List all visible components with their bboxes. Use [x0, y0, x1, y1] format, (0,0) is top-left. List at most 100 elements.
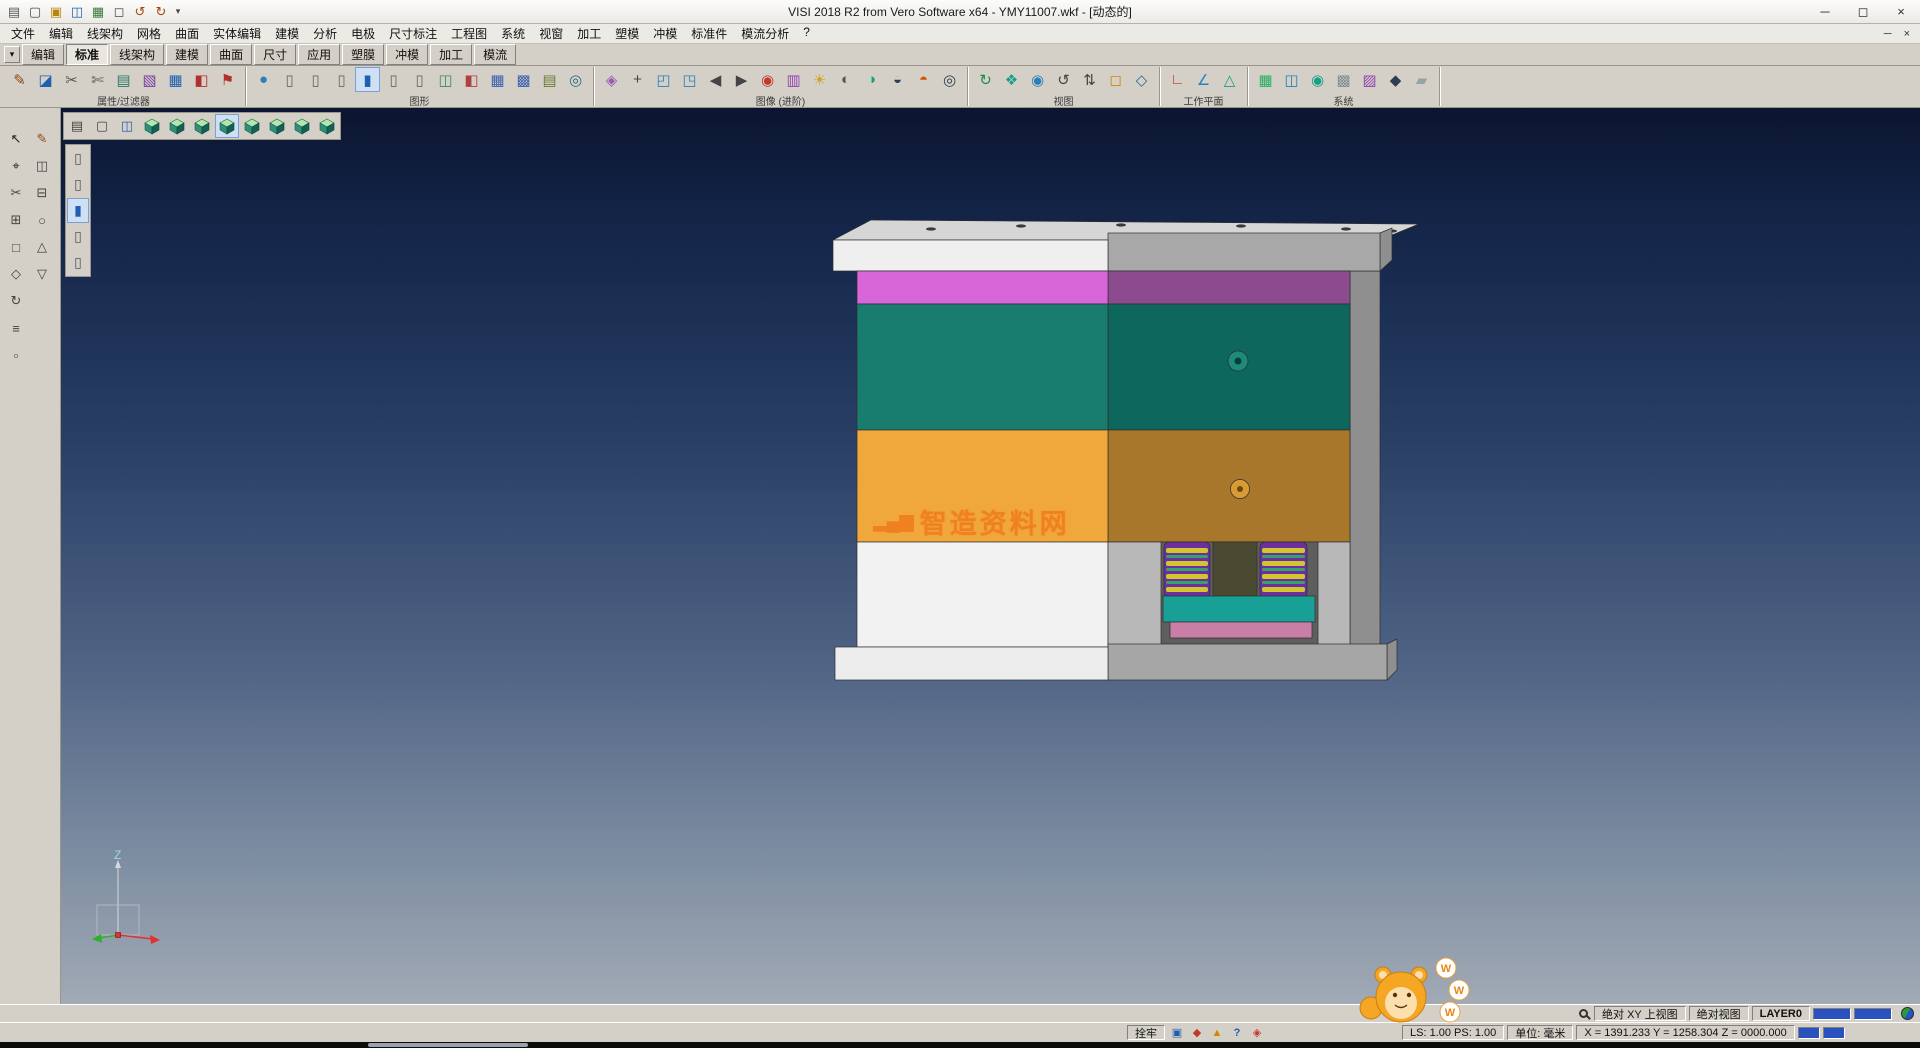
- attribute-edit-icon[interactable]: ✎: [7, 67, 32, 92]
- view-cube-top-icon[interactable]: [240, 114, 264, 138]
- viewbar-layers-icon[interactable]: ▤: [65, 114, 89, 138]
- color-palette-icon[interactable]: ▦: [1253, 67, 1278, 92]
- grid-display-icon[interactable]: ▦: [485, 67, 510, 92]
- status-image-icon[interactable]: ◆: [1188, 1025, 1206, 1041]
- menu-item[interactable]: 编辑: [42, 23, 80, 44]
- view-refresh-icon[interactable]: ↻: [973, 67, 998, 92]
- undo-icon[interactable]: ↺: [130, 2, 150, 22]
- workspace-icon[interactable]: ▤: [4, 2, 24, 22]
- section-view-icon[interactable]: ◧: [459, 67, 484, 92]
- minimize-button[interactable]: ─: [1806, 0, 1844, 23]
- workplane-free-icon[interactable]: △: [1217, 67, 1242, 92]
- circle-tool-icon[interactable]: ○: [31, 209, 53, 231]
- maximize-button[interactable]: ◻: [1844, 0, 1882, 23]
- workflow-tab[interactable]: 尺寸: [254, 44, 296, 65]
- shadow-icon[interactable]: ◐: [833, 67, 858, 92]
- view-absolute-xy-cell[interactable]: 绝对 XY 上视图: [1594, 1006, 1686, 1021]
- menu-item[interactable]: 标准件: [684, 23, 734, 44]
- grid-tool-icon[interactable]: ⊞: [5, 209, 27, 231]
- menu-item[interactable]: 线架构: [80, 23, 130, 44]
- select-arrow-icon[interactable]: ↖: [5, 128, 27, 150]
- copy-tool-icon[interactable]: ◫: [31, 155, 53, 177]
- tabbar-dropdown-icon[interactable]: ▾: [4, 46, 20, 63]
- workflow-tab[interactable]: 建模: [166, 44, 208, 65]
- filter-cut-icon[interactable]: ✄: [85, 67, 110, 92]
- viewbar-blank-icon[interactable]: ▢: [90, 114, 114, 138]
- menu-item[interactable]: 建模: [268, 23, 306, 44]
- workflow-tab[interactable]: 线架构: [110, 44, 164, 65]
- save-icon[interactable]: ◫: [67, 2, 87, 22]
- rotate-tool-icon[interactable]: ↻: [5, 290, 27, 312]
- view-rotate-icon[interactable]: ↺: [1051, 67, 1076, 92]
- menu-item[interactable]: 工程图: [444, 23, 494, 44]
- view-iso-icon[interactable]: ◇: [1129, 67, 1154, 92]
- redo-icon[interactable]: ↻: [151, 2, 171, 22]
- stereo-view-icon[interactable]: ◎: [937, 67, 962, 92]
- menu-item[interactable]: 加工: [570, 23, 608, 44]
- background-icon[interactable]: ◒: [885, 67, 910, 92]
- view-absolute-cell[interactable]: 绝对视图: [1689, 1006, 1749, 1021]
- rectangle-tool-icon[interactable]: □: [5, 236, 27, 258]
- camera-icon[interactable]: ◉: [755, 67, 780, 92]
- view-cube-nw-icon[interactable]: [190, 114, 214, 138]
- layer-cell[interactable]: LAYER0: [1752, 1006, 1810, 1021]
- print-icon[interactable]: ▦: [88, 2, 108, 22]
- diamond-tool-icon[interactable]: ◇: [5, 263, 27, 285]
- lock-cell[interactable]: 拴牢: [1127, 1025, 1165, 1040]
- mdi-close-button[interactable]: ×: [1904, 28, 1910, 40]
- display-filter-4-icon[interactable]: ▯: [67, 224, 89, 249]
- workflow-tab[interactable]: 标准: [66, 44, 108, 65]
- 3d-viewport[interactable]: ▤ ▢ ◫: [61, 108, 1920, 1004]
- list-tool-icon[interactable]: ≡: [5, 317, 27, 339]
- snap-grid-icon[interactable]: ▩: [1331, 67, 1356, 92]
- view-cube-ne-icon[interactable]: [215, 114, 239, 138]
- workplane-angle-icon[interactable]: ∠: [1191, 67, 1216, 92]
- menu-item[interactable]: 电极: [344, 23, 382, 44]
- display-settings-icon[interactable]: ◫: [1279, 67, 1304, 92]
- view-manager-icon[interactable]: ❖: [999, 67, 1024, 92]
- view-cube-sw-icon[interactable]: [140, 114, 164, 138]
- mirror-tool-icon[interactable]: ▽: [31, 263, 53, 285]
- view-front-icon[interactable]: ◻: [1103, 67, 1128, 92]
- menu-item[interactable]: 模流分析: [734, 23, 796, 44]
- pencil-tool-icon[interactable]: ✎: [31, 128, 53, 150]
- hatch-settings-icon[interactable]: ▨: [1357, 67, 1382, 92]
- menu-item[interactable]: 实体编辑: [206, 23, 268, 44]
- clip-plane-icon[interactable]: ◓: [911, 67, 936, 92]
- light-icon[interactable]: ☀: [807, 67, 832, 92]
- viewbar-zoom-icon[interactable]: ◫: [115, 114, 139, 138]
- system-config-icon[interactable]: ▰: [1409, 67, 1434, 92]
- display-filter-5-icon[interactable]: ▯: [67, 250, 89, 275]
- render-quality-icon[interactable]: ◎: [563, 67, 588, 92]
- view-cube-iso-icon[interactable]: [315, 114, 339, 138]
- display-filter-1-icon[interactable]: ▯: [67, 146, 89, 171]
- globe-settings-icon[interactable]: ◉: [1305, 67, 1330, 92]
- cylinder-display-2-icon[interactable]: ▯: [303, 67, 328, 92]
- cylinder-display-icon[interactable]: ▯: [277, 67, 302, 92]
- new-document-icon[interactable]: ▢: [25, 2, 45, 22]
- attribute-copy-icon[interactable]: ◪: [33, 67, 58, 92]
- zoom-extents-icon[interactable]: ◳: [677, 67, 702, 92]
- view-cube-bottom-icon[interactable]: [265, 114, 289, 138]
- erase-tool-icon[interactable]: ⊟: [31, 182, 53, 204]
- pan-view-icon[interactable]: +: [625, 67, 650, 92]
- shaded-view-icon[interactable]: ●: [251, 67, 276, 92]
- close-button[interactable]: ×: [1882, 0, 1920, 23]
- previous-view-icon[interactable]: ◀: [703, 67, 728, 92]
- color-filter-icon[interactable]: ▧: [137, 67, 162, 92]
- workflow-tab[interactable]: 编辑: [22, 44, 64, 65]
- layer-filter-icon[interactable]: ▤: [111, 67, 136, 92]
- workflow-tab[interactable]: 加工: [430, 44, 472, 65]
- hidden-line-icon[interactable]: ◫: [433, 67, 458, 92]
- workflow-tab[interactable]: 模流: [474, 44, 516, 65]
- texture-display-icon[interactable]: ▤: [537, 67, 562, 92]
- trim-tool-icon[interactable]: ✂: [5, 182, 27, 204]
- next-view-icon[interactable]: ▶: [729, 67, 754, 92]
- workflow-tab[interactable]: 冲模: [386, 44, 428, 65]
- menu-item[interactable]: 系统: [494, 23, 532, 44]
- zoom-status-icon[interactable]: [1579, 1009, 1588, 1018]
- dynamic-view-icon[interactable]: ◈: [599, 67, 624, 92]
- filter-scissors-icon[interactable]: ✂: [59, 67, 84, 92]
- cylinder-display-3-icon[interactable]: ▯: [329, 67, 354, 92]
- status-user-icon[interactable]: ◈: [1248, 1025, 1266, 1041]
